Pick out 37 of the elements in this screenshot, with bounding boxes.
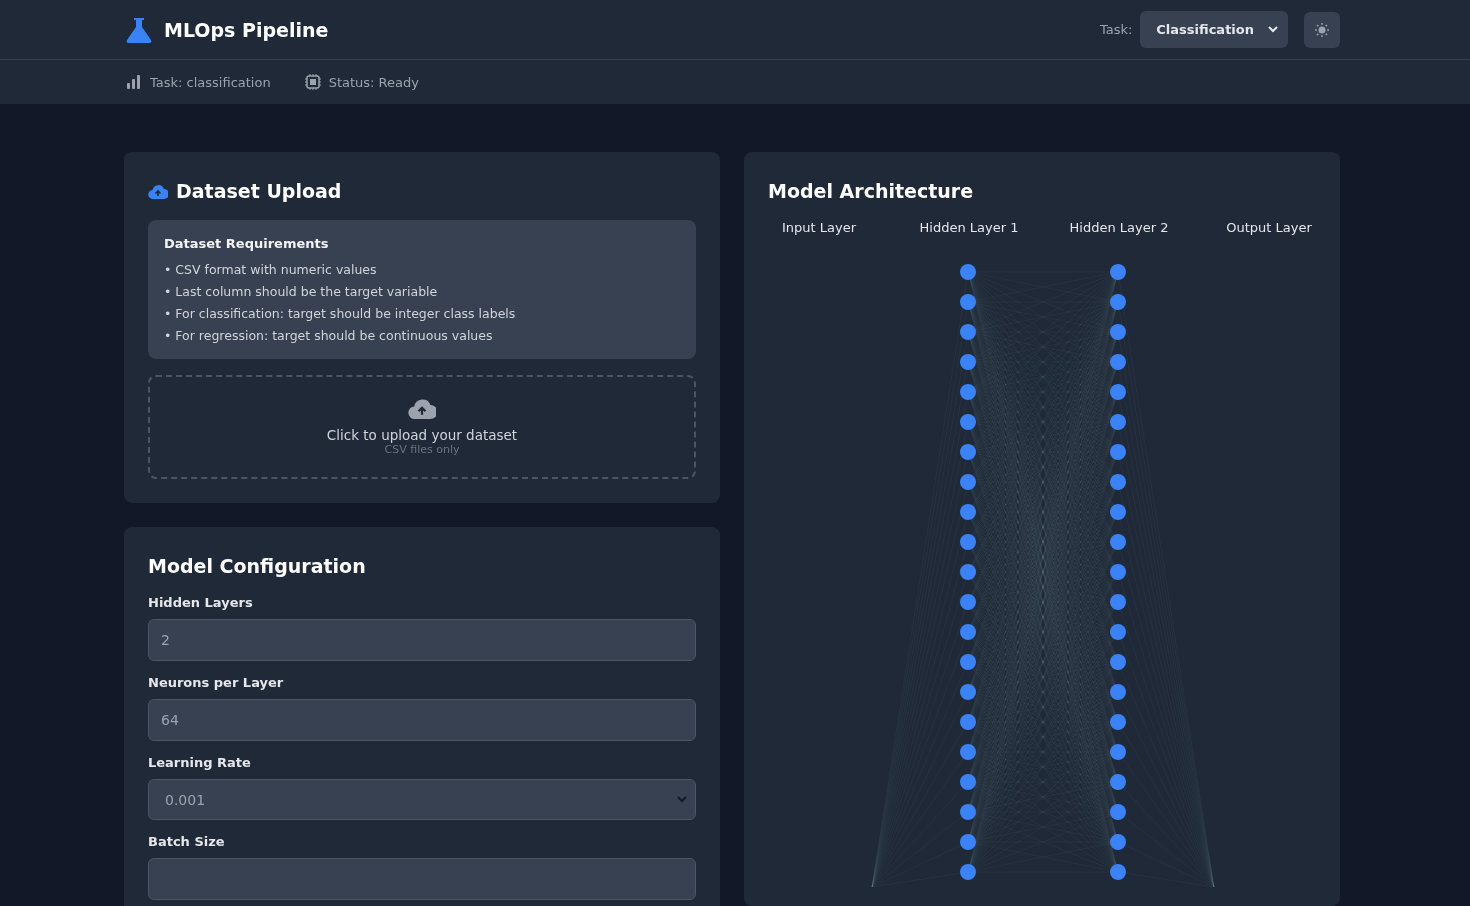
requirement-item: • For regression: target should be continuous values bbox=[164, 328, 494, 343]
upload-text: Click to upload your dataset bbox=[326, 427, 518, 443]
layer-label: Hidden Layer 2 bbox=[1068, 220, 1170, 235]
field-label: Neurons per Layer bbox=[148, 675, 285, 690]
cloud-upload-icon bbox=[148, 183, 168, 199]
task-label: Task: bbox=[1099, 22, 1133, 37]
task-select[interactable]: Classification bbox=[1140, 11, 1288, 48]
input-field[interactable] bbox=[148, 858, 696, 900]
requirements-title: Dataset Requirements bbox=[164, 236, 330, 251]
layer-label: Input Layer bbox=[780, 220, 857, 235]
card-title: Model Architecture bbox=[768, 180, 974, 202]
layer-label: Output Layer bbox=[1225, 220, 1313, 235]
bar-chart-icon bbox=[126, 75, 142, 89]
ready-status: Status: Ready bbox=[328, 74, 419, 90]
flask-icon bbox=[124, 15, 154, 44]
select-field[interactable]: 0.001 bbox=[148, 779, 696, 820]
theme-toggle-button[interactable] bbox=[1304, 11, 1340, 48]
sun-icon bbox=[1314, 21, 1330, 38]
caret-icon bbox=[1268, 26, 1278, 33]
card-title: Dataset Upload bbox=[176, 180, 342, 202]
card-title: Model Configuration bbox=[148, 555, 366, 577]
cloud-upload-icon bbox=[408, 398, 436, 419]
requirement-item: • Last column should be the target variable bbox=[164, 284, 439, 299]
chip-icon bbox=[304, 74, 321, 90]
task-status: Task: classification bbox=[150, 74, 271, 90]
caret-icon bbox=[677, 796, 687, 803]
upload-dropzone[interactable]: Click to upload your dataset CSV files only bbox=[148, 375, 696, 479]
field-label: Learning Rate bbox=[148, 755, 252, 770]
requirement-item: • CSV format with numeric values bbox=[164, 262, 378, 277]
app-title: MLOps Pipeline bbox=[164, 18, 329, 41]
upload-hint: CSV files only bbox=[384, 443, 460, 456]
input-field[interactable]: 2 bbox=[148, 619, 696, 661]
requirement-item: • For classification: target should be integer class labels bbox=[164, 306, 517, 321]
input-field[interactable]: 64 bbox=[148, 699, 696, 741]
layer-label: Hidden Layer 1 bbox=[918, 220, 1020, 235]
field-label: Batch Size bbox=[148, 834, 226, 849]
field-label: Hidden Layers bbox=[148, 595, 254, 610]
